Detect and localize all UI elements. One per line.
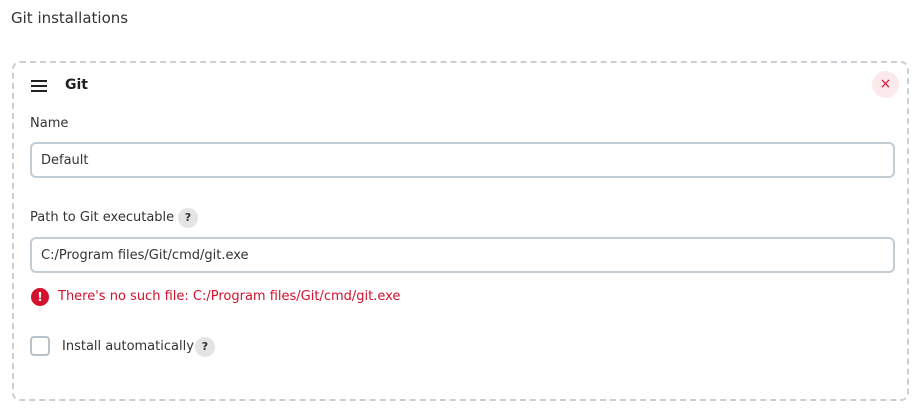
section-title: Git installations (11, 9, 129, 27)
name-input[interactable] (30, 142, 895, 178)
error-text: There's no such file: C:/Program files/G… (58, 289, 401, 304)
installation-title: Git (65, 77, 88, 93)
path-help-icon[interactable]: ? (178, 208, 198, 228)
install-automatically-checkbox[interactable] (30, 336, 50, 356)
path-label: Path to Git executable (30, 210, 175, 225)
name-label: Name (30, 116, 69, 131)
error-icon: ! (31, 288, 49, 306)
install-automatically-label[interactable]: Install automatically (62, 339, 194, 354)
install-automatically-help-icon[interactable]: ? (195, 337, 215, 357)
git-installation-card: Git × Name Path to Git executable ? ! Th… (12, 61, 909, 401)
path-input[interactable] (30, 237, 895, 273)
delete-installation-button[interactable]: × (872, 71, 899, 98)
drag-handle-icon[interactable] (31, 80, 47, 92)
